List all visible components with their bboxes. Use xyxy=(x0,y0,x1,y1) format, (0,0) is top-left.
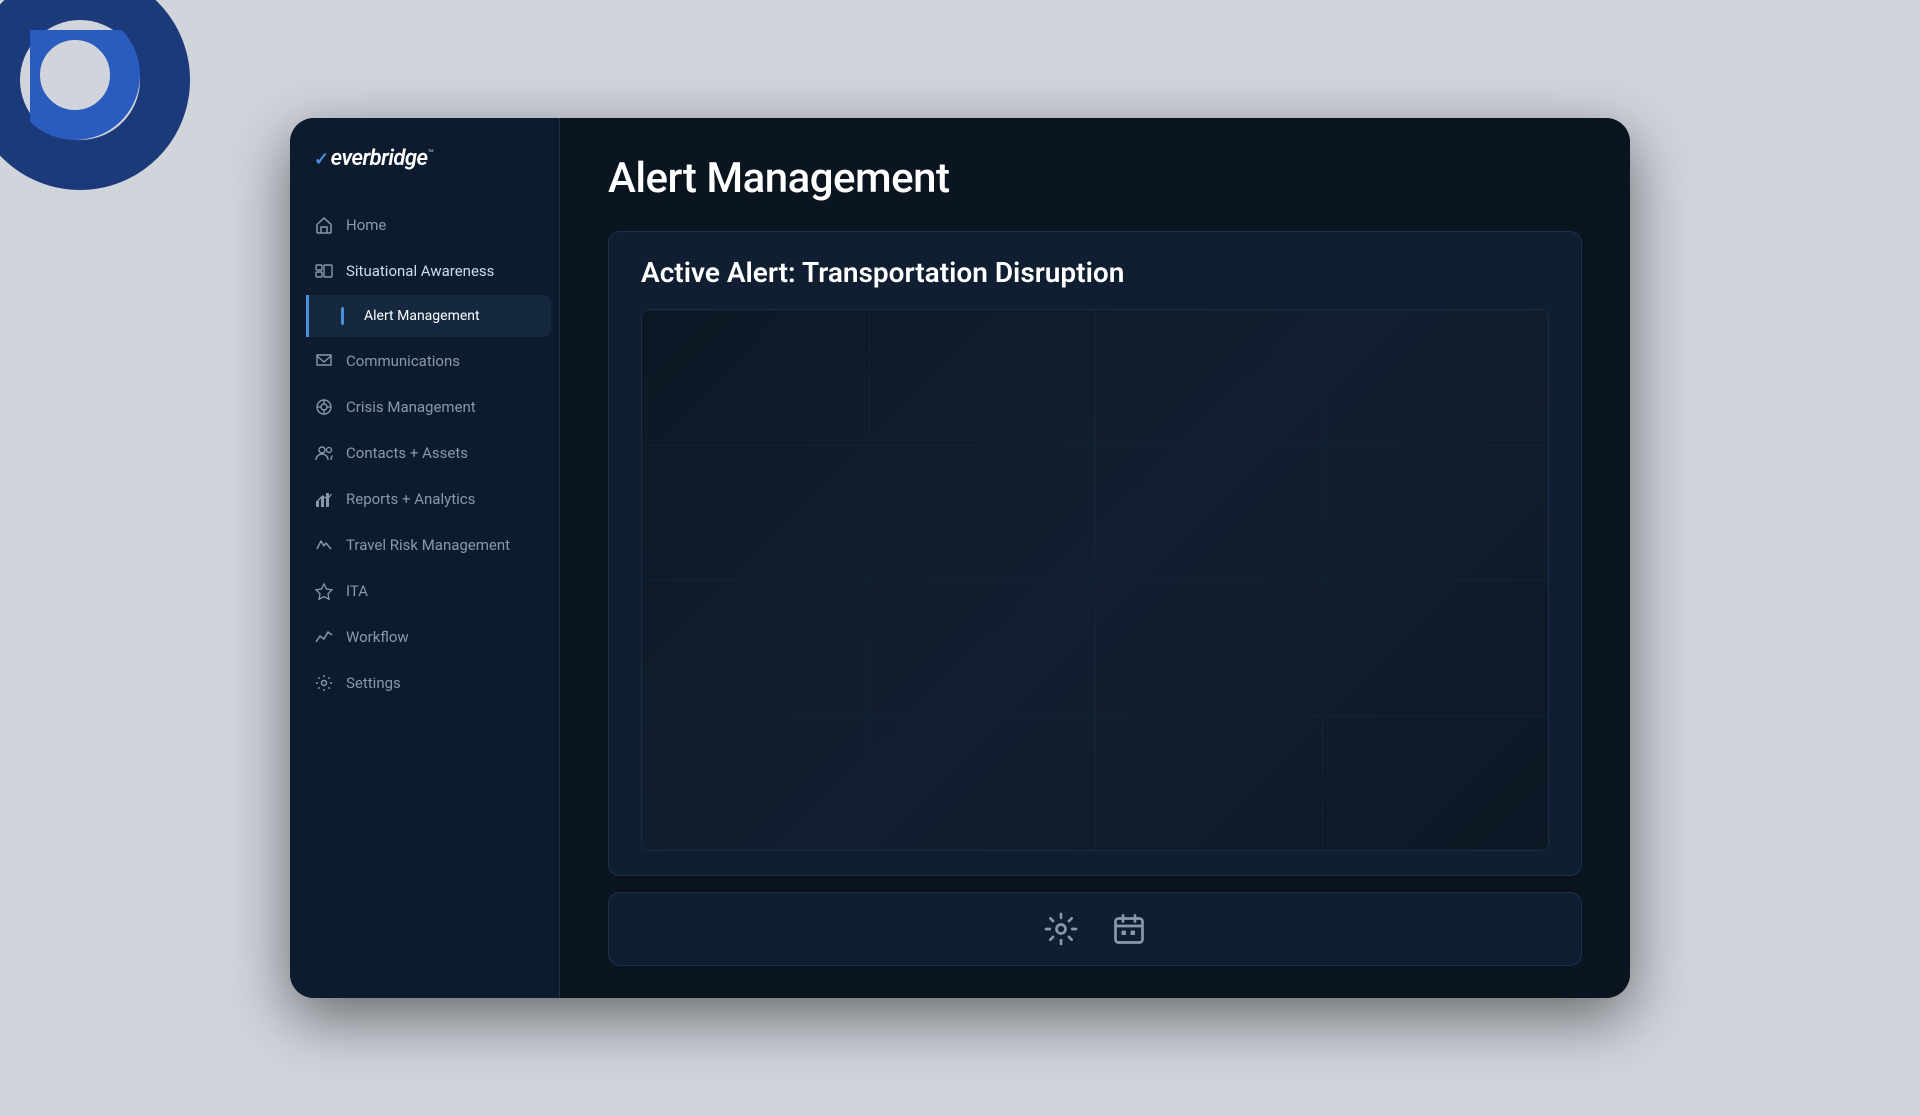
sidebar-item-contacts-assets-label: Contacts + Assets xyxy=(346,444,468,462)
sidebar-item-travel-risk-label: Travel Risk Management xyxy=(346,536,510,554)
sidebar-item-home-label: Home xyxy=(346,216,386,234)
page-title: Alert Management xyxy=(608,154,1582,203)
sidebar-item-ita-label: ITA xyxy=(346,582,368,600)
content-area: Active Alert: Transportation Disruption xyxy=(560,231,1630,876)
app-window: ✓everbridge™ Home xyxy=(290,118,1630,998)
bg-decoration xyxy=(0,0,200,200)
nav-menu: Home Situational Awareness Alert Managem… xyxy=(290,203,559,998)
settings-icon xyxy=(314,673,334,693)
logo-tm: ™ xyxy=(428,149,434,160)
sidebar-item-situational-awareness[interactable]: Situational Awareness xyxy=(298,249,551,293)
logo-area: ✓everbridge™ xyxy=(290,118,559,203)
page-header: Alert Management xyxy=(560,118,1630,231)
workflow-icon xyxy=(314,627,334,647)
sidebar-item-travel-risk[interactable]: Travel Risk Management xyxy=(298,523,551,567)
sidebar-item-reports-analytics[interactable]: Reports + Analytics xyxy=(298,477,551,521)
sidebar-item-settings[interactable]: Settings xyxy=(298,661,551,705)
sidebar-item-ita[interactable]: ITA xyxy=(298,569,551,613)
sidebar-item-contacts-assets[interactable]: Contacts + Assets xyxy=(298,431,551,475)
sidebar-item-workflow-label: Workflow xyxy=(346,628,409,646)
alert-name: Transportation Disruption xyxy=(802,256,1124,289)
main-content: Alert Management Active Alert: Transport… xyxy=(560,118,1630,998)
sidebar-item-settings-label: Settings xyxy=(346,674,401,692)
home-icon xyxy=(314,215,334,235)
logo-check-icon: ✓ xyxy=(314,149,329,170)
sidebar-item-crisis-management[interactable]: Crisis Management xyxy=(298,385,551,429)
sidebar-item-communications[interactable]: Communications xyxy=(298,339,551,383)
toolbar-calendar-button[interactable] xyxy=(1111,911,1147,947)
sidebar-item-situational-awareness-label: Situational Awareness xyxy=(346,262,494,280)
sidebar-item-alert-management[interactable]: Alert Management xyxy=(306,295,551,337)
awareness-icon xyxy=(314,261,334,281)
crisis-icon xyxy=(314,397,334,417)
ita-icon xyxy=(314,581,334,601)
sidebar-item-reports-analytics-label: Reports + Analytics xyxy=(346,490,475,508)
sub-item-bar xyxy=(341,307,344,325)
sidebar: ✓everbridge™ Home xyxy=(290,118,560,998)
sidebar-item-workflow[interactable]: Workflow xyxy=(298,615,551,659)
map-grid-line-v3 xyxy=(1322,310,1323,850)
sidebar-item-alert-management-label: Alert Management xyxy=(364,308,480,324)
toolbar-gear-button[interactable] xyxy=(1043,911,1079,947)
map-content xyxy=(642,310,1548,850)
sidebar-item-communications-label: Communications xyxy=(346,352,460,370)
reports-icon xyxy=(314,489,334,509)
bottom-toolbar xyxy=(608,892,1582,966)
alert-map-area[interactable] xyxy=(641,309,1549,851)
alert-label: Active Alert: xyxy=(641,256,802,289)
map-grid-line-v2 xyxy=(1095,310,1096,850)
contacts-icon xyxy=(314,443,334,463)
sidebar-item-crisis-management-label: Crisis Management xyxy=(346,398,476,416)
map-grid-line-v1 xyxy=(869,310,870,850)
alert-card: Active Alert: Transportation Disruption xyxy=(608,231,1582,876)
comm-icon xyxy=(314,351,334,371)
sidebar-item-home[interactable]: Home xyxy=(298,203,551,247)
travel-icon xyxy=(314,535,334,555)
alert-title: Active Alert: Transportation Disruption xyxy=(641,256,1549,289)
logo: ✓everbridge™ xyxy=(314,146,433,171)
